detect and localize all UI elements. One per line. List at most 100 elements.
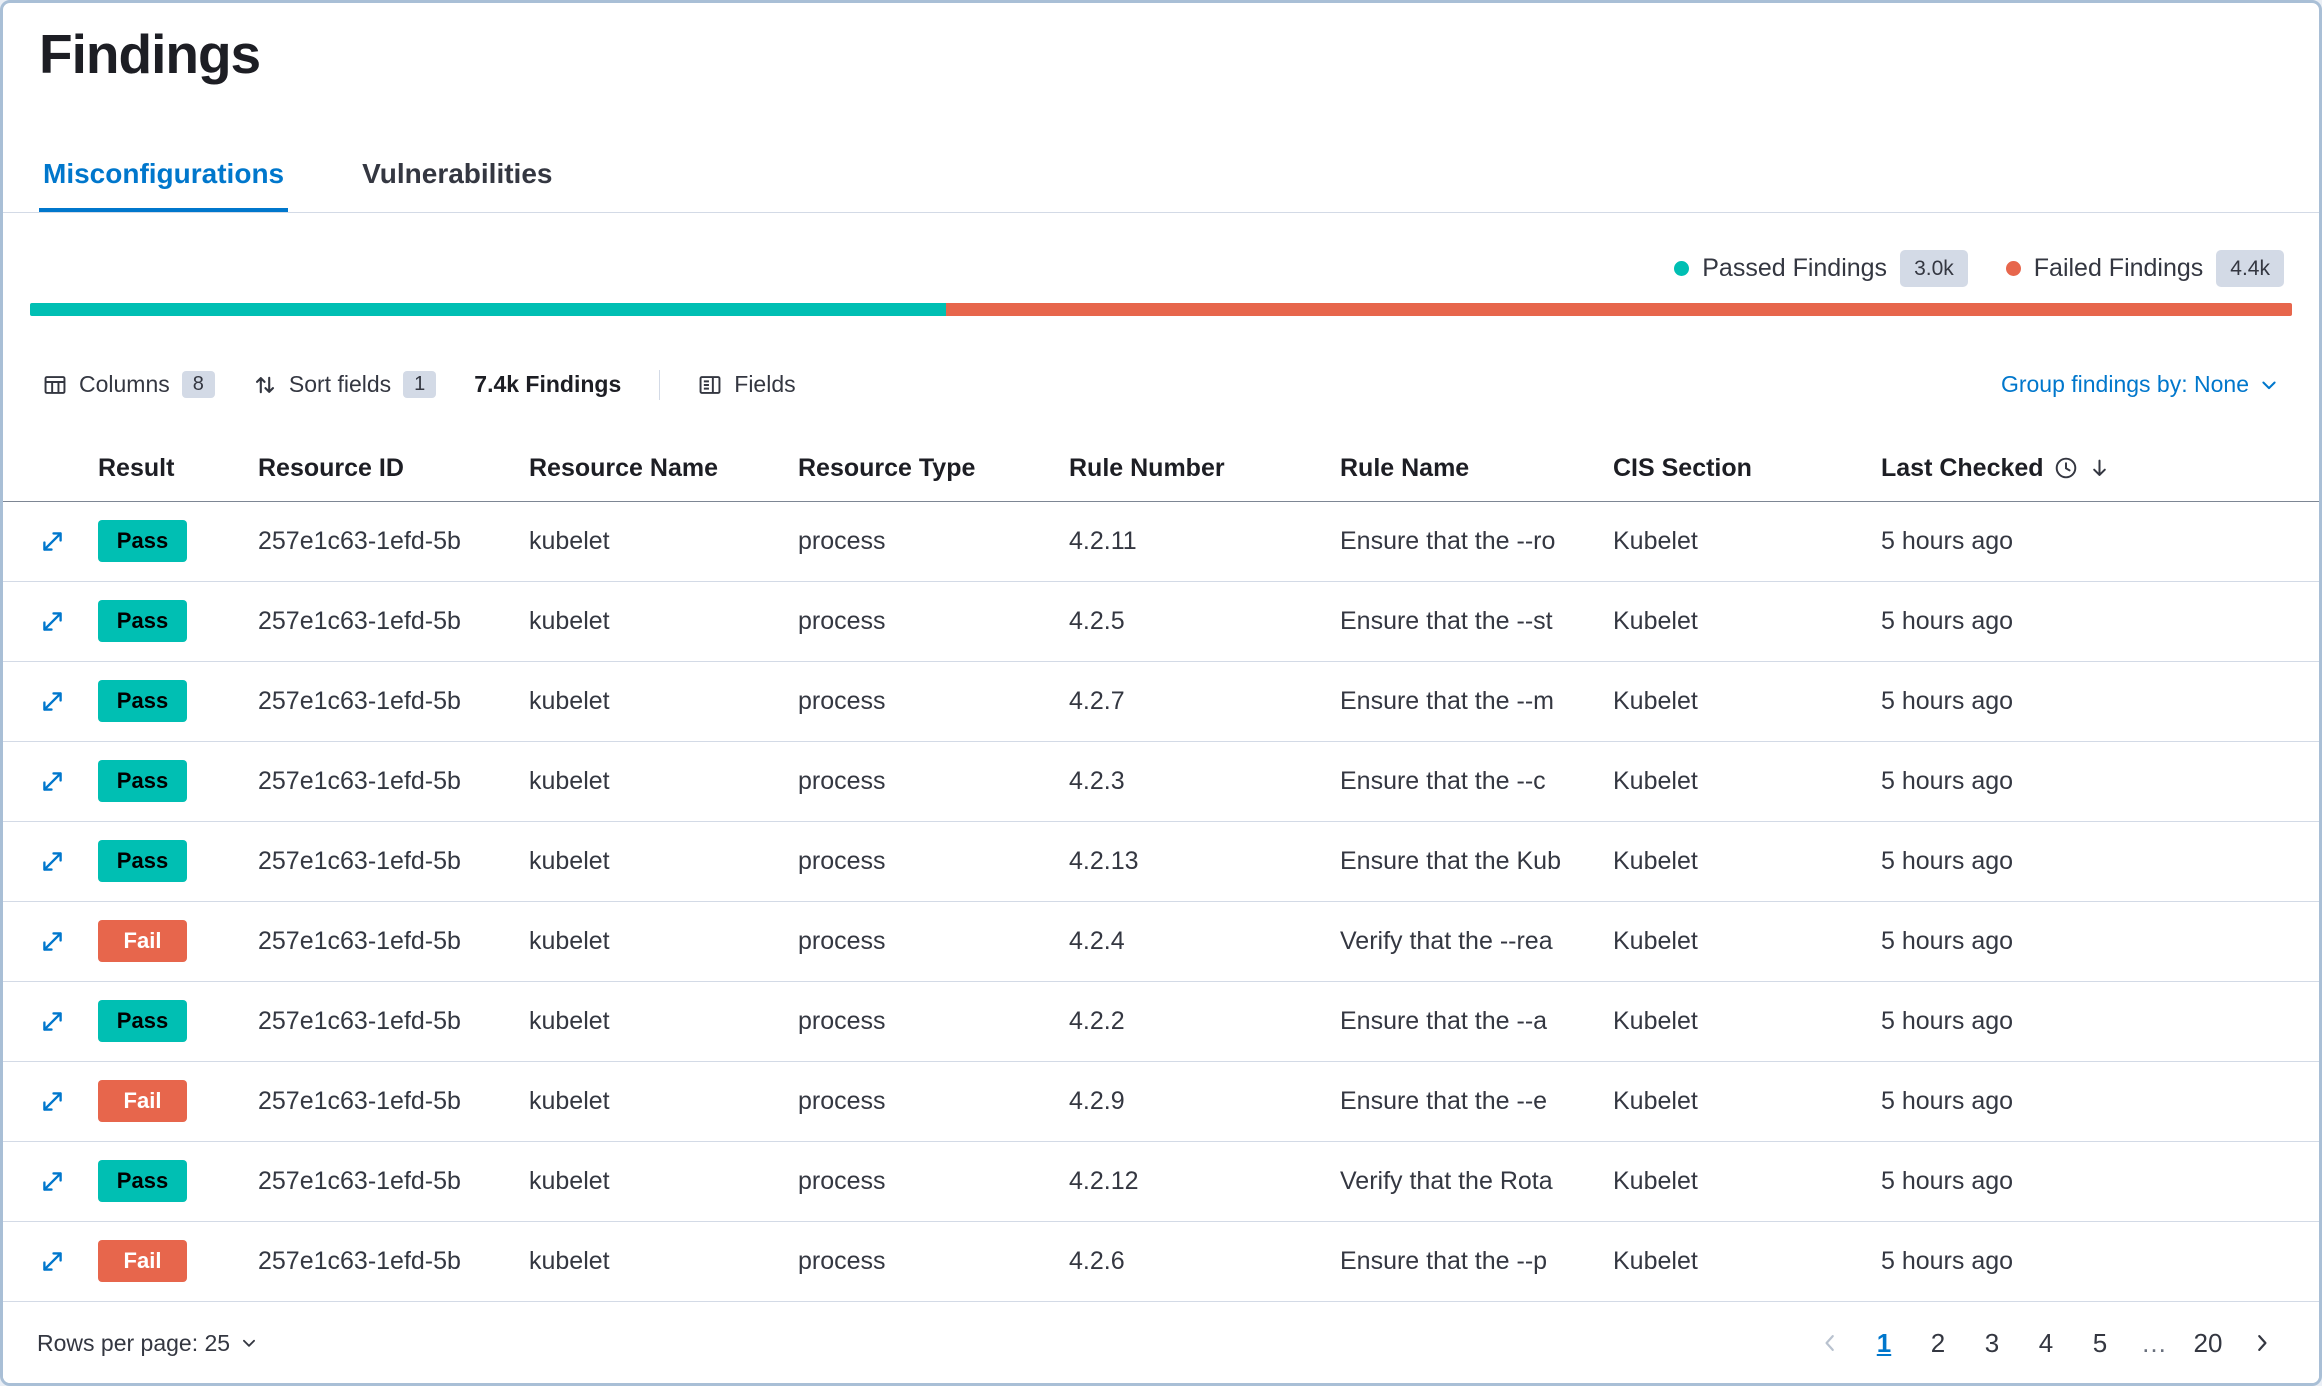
pagination-page[interactable]: 3 xyxy=(1969,1320,2015,1366)
pagination-page[interactable]: 5 xyxy=(2077,1320,2123,1366)
distribution-bar xyxy=(30,303,2292,316)
expand-icon xyxy=(39,848,66,875)
cell-resource-type: process xyxy=(798,767,1069,796)
expand-row-button[interactable] xyxy=(39,1168,66,1195)
cell-expand xyxy=(39,528,98,555)
column-header-cis-section[interactable]: CIS Section xyxy=(1613,454,1881,483)
cell-rule-name: Verify that the --rea xyxy=(1340,927,1613,956)
table-row: Pass 257e1c63-1efd-5b kubelet process 4.… xyxy=(3,822,2319,902)
table-row: Pass 257e1c63-1efd-5b kubelet process 4.… xyxy=(3,582,2319,662)
passed-dot-icon xyxy=(1674,261,1689,276)
columns-count-badge: 8 xyxy=(182,371,215,398)
cell-rule-name: Ensure that the --m xyxy=(1340,687,1613,716)
column-header-result[interactable]: Result xyxy=(98,454,258,483)
expand-row-button[interactable] xyxy=(39,528,66,555)
expand-row-button[interactable] xyxy=(39,768,66,795)
rows-per-page-button[interactable]: Rows per page: 25 xyxy=(37,1330,258,1357)
pagination-next-button[interactable] xyxy=(2239,1320,2285,1366)
result-badge: Pass xyxy=(98,520,187,562)
pagination-page[interactable]: 20 xyxy=(2185,1320,2231,1366)
cell-cis-section: Kubelet xyxy=(1613,527,1881,556)
toolbar-left: Columns 8 Sort fields 1 7.4k Findings Fi… xyxy=(43,370,796,400)
clock-icon xyxy=(2054,456,2078,480)
expand-row-button[interactable] xyxy=(39,848,66,875)
cell-resource-id: 257e1c63-1efd-5b xyxy=(258,527,529,556)
cell-result: Pass xyxy=(98,520,258,562)
failed-findings-legend: Failed Findings 4.4k xyxy=(2006,250,2284,287)
cell-rule-name: Ensure that the --p xyxy=(1340,1247,1613,1276)
column-header-last-checked[interactable]: Last Checked xyxy=(1881,454,2283,483)
table-body: Pass 257e1c63-1efd-5b kubelet process 4.… xyxy=(3,502,2319,1302)
cell-resource-id: 257e1c63-1efd-5b xyxy=(258,1167,529,1196)
expand-icon xyxy=(39,608,66,635)
table-row: Pass 257e1c63-1efd-5b kubelet process 4.… xyxy=(3,662,2319,742)
cell-cis-section: Kubelet xyxy=(1613,847,1881,876)
tab-vulnerabilities[interactable]: Vulnerabilities xyxy=(358,157,556,212)
pagination-page[interactable]: 2 xyxy=(1915,1320,1961,1366)
cell-cis-section: Kubelet xyxy=(1613,1167,1881,1196)
cell-last-checked: 5 hours ago xyxy=(1881,1087,2283,1116)
cell-resource-name: kubelet xyxy=(529,687,798,716)
table-toolbar: Columns 8 Sort fields 1 7.4k Findings Fi… xyxy=(3,360,2319,410)
distribution-bar-passed[interactable] xyxy=(30,303,946,316)
chevron-right-icon xyxy=(2251,1332,2273,1354)
cell-cis-section: Kubelet xyxy=(1613,767,1881,796)
cell-rule-number: 4.2.11 xyxy=(1069,527,1340,556)
failed-findings-label: Failed Findings xyxy=(2034,254,2204,283)
expand-row-button[interactable] xyxy=(39,1088,66,1115)
expand-row-button[interactable] xyxy=(39,1248,66,1275)
cell-expand xyxy=(39,1088,98,1115)
cell-resource-id: 257e1c63-1efd-5b xyxy=(258,1007,529,1036)
cell-resource-name: kubelet xyxy=(529,1087,798,1116)
fields-button[interactable]: Fields xyxy=(698,371,795,398)
findings-page: Findings Misconfigurations Vulnerabiliti… xyxy=(0,0,2322,1386)
group-by-label: Group findings by: None xyxy=(2001,371,2249,398)
sort-fields-button[interactable]: Sort fields 1 xyxy=(253,371,436,398)
expand-row-button[interactable] xyxy=(39,688,66,715)
expand-icon xyxy=(39,1168,66,1195)
column-header-rule-name[interactable]: Rule Name xyxy=(1340,454,1613,483)
expand-icon xyxy=(39,688,66,715)
cell-resource-name: kubelet xyxy=(529,847,798,876)
tab-misconfigurations[interactable]: Misconfigurations xyxy=(39,157,288,212)
cell-resource-type: process xyxy=(798,927,1069,956)
pagination-page[interactable]: 1 xyxy=(1861,1320,1907,1366)
pagination-previous-button[interactable] xyxy=(1807,1320,1853,1366)
passed-findings-count-badge: 3.0k xyxy=(1900,250,1968,287)
cell-expand xyxy=(39,688,98,715)
distribution-bar-failed[interactable] xyxy=(946,303,2292,316)
column-header-resource-id[interactable]: Resource ID xyxy=(258,454,529,483)
expand-icon xyxy=(39,768,66,795)
failed-dot-icon xyxy=(2006,261,2021,276)
expand-row-button[interactable] xyxy=(39,928,66,955)
cell-cis-section: Kubelet xyxy=(1613,1087,1881,1116)
passed-findings-legend: Passed Findings 3.0k xyxy=(1674,250,1968,287)
cell-resource-type: process xyxy=(798,527,1069,556)
cell-last-checked: 5 hours ago xyxy=(1881,1247,2283,1276)
cell-resource-id: 257e1c63-1efd-5b xyxy=(258,767,529,796)
findings-table: Result Resource ID Resource Name Resourc… xyxy=(3,436,2319,1302)
sort-icon xyxy=(253,373,277,397)
cell-resource-type: process xyxy=(798,1247,1069,1276)
cell-last-checked: 5 hours ago xyxy=(1881,927,2283,956)
column-header-rule-number[interactable]: Rule Number xyxy=(1069,454,1340,483)
expand-row-button[interactable] xyxy=(39,608,66,635)
result-badge: Pass xyxy=(98,1000,187,1042)
cell-resource-type: process xyxy=(798,1087,1069,1116)
cell-resource-type: process xyxy=(798,1167,1069,1196)
result-badge: Fail xyxy=(98,920,187,962)
cell-resource-name: kubelet xyxy=(529,1167,798,1196)
cell-resource-id: 257e1c63-1efd-5b xyxy=(258,847,529,876)
cell-last-checked: 5 hours ago xyxy=(1881,1167,2283,1196)
cell-rule-name: Ensure that the --st xyxy=(1340,607,1613,636)
group-findings-by-button[interactable]: Group findings by: None xyxy=(2001,371,2279,398)
result-badge: Pass xyxy=(98,680,187,722)
column-header-resource-name[interactable]: Resource Name xyxy=(529,454,798,483)
expand-row-button[interactable] xyxy=(39,1008,66,1035)
columns-button[interactable]: Columns 8 xyxy=(43,371,215,398)
column-header-resource-type[interactable]: Resource Type xyxy=(798,454,1069,483)
cell-result: Fail xyxy=(98,920,258,962)
cell-result: Pass xyxy=(98,600,258,642)
cell-rule-number: 4.2.4 xyxy=(1069,927,1340,956)
pagination-page[interactable]: 4 xyxy=(2023,1320,2069,1366)
